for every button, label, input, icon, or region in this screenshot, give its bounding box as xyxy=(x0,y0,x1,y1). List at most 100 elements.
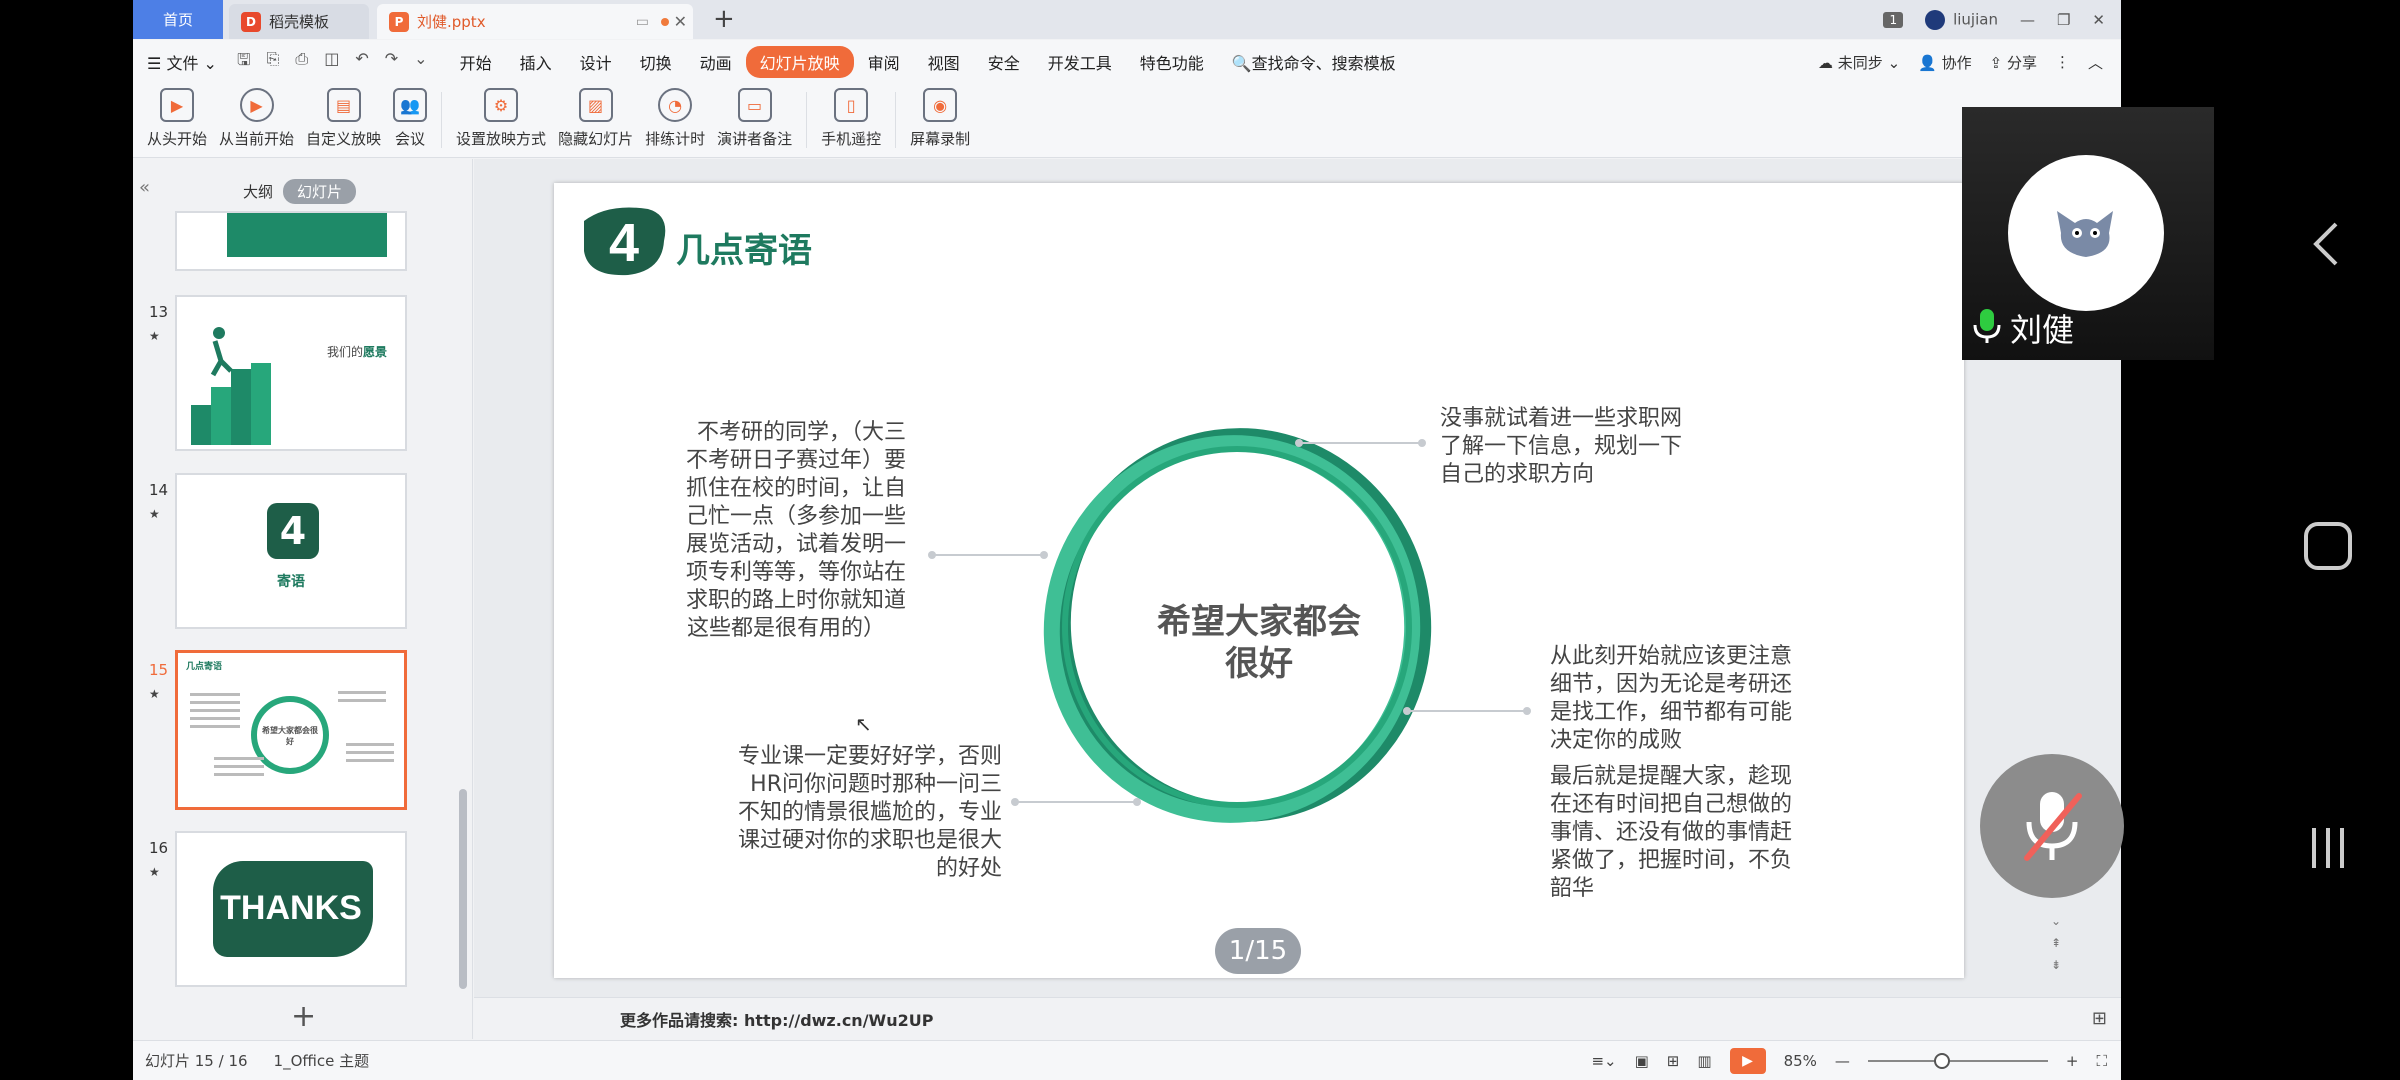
zoom-slider[interactable] xyxy=(1867,1053,2048,1069)
phone-remote-button[interactable]: ▯ 手机遥控 xyxy=(821,84,881,149)
add-slide-icon[interactable]: + xyxy=(291,999,316,1034)
participant-name: 刘健 xyxy=(2010,311,2075,349)
slide-thumb-16[interactable]: THANKS xyxy=(175,831,407,987)
command-search[interactable]: 🔍查找命令、搜索模板 xyxy=(1218,50,1410,74)
screen-record-button[interactable]: ◉ 屏幕录制 xyxy=(910,84,970,149)
menu-slideshow[interactable]: 幻灯片放映 xyxy=(745,46,854,78)
slide-counter: 幻灯片 15 / 16 xyxy=(145,1052,248,1070)
close-tab-icon[interactable]: ✕ xyxy=(674,12,687,31)
menu-transition[interactable]: 切换 xyxy=(626,50,686,74)
animation-star-icon: ★ xyxy=(149,329,160,343)
tab-slides[interactable]: 幻灯片 xyxy=(283,179,357,204)
theme-name[interactable]: 1_Office 主题 xyxy=(274,1050,370,1071)
menu-animation[interactable]: 动画 xyxy=(686,50,746,74)
rehearse-timing-button[interactable]: ◔ 排练计时 xyxy=(645,84,705,149)
collapse-pane-icon[interactable]: « xyxy=(139,177,150,198)
meeting-label: 会议 xyxy=(395,130,426,148)
more-quick-icon[interactable]: ⌄ xyxy=(414,49,427,76)
zoom-in-icon[interactable]: + xyxy=(2066,1052,2079,1070)
play-from-start-button[interactable]: ▶ 从头开始 xyxy=(147,84,207,149)
tab-outline[interactable]: 大纲 xyxy=(243,181,273,202)
text-left: 不考研的同学，（大三 不考研日子赛过年）要 抓住在校的时间，让自 己忙一点（多参… xyxy=(666,419,906,643)
user-name: liujian xyxy=(1953,10,1998,28)
hide-slide-label: 隐藏幻灯片 xyxy=(558,130,634,148)
slide-canvas[interactable]: 4 几点寄语 希望大家都会 很好 不考研的同学，（大三 不考研日子赛过年）要 抓… xyxy=(554,183,1964,978)
menu-security[interactable]: 安全 xyxy=(974,50,1034,74)
slide-thumb-15[interactable]: 几点寄语 希望大家都会很好 xyxy=(175,650,407,810)
recents-icon[interactable] xyxy=(2300,820,2356,876)
slide-scroll-arrows[interactable]: ⌄ ⇞ ⇟ xyxy=(2051,910,2061,976)
zoom-level[interactable]: 85% xyxy=(1784,1052,1817,1070)
meeting-button[interactable]: 👥 会议 xyxy=(393,84,428,149)
center-line: 希望大家都会 xyxy=(1157,602,1361,642)
print-icon[interactable]: ⎙ xyxy=(295,49,308,76)
custom-show-icon: ▤ xyxy=(326,88,361,122)
minimize-icon[interactable]: — xyxy=(2020,11,2035,29)
search-icon: 🔍 xyxy=(1231,54,1252,73)
wps-window: 首页 D 稻壳模板 P 刘健.pptx ▭ ✕ + 1 liujian — ❐ … xyxy=(133,0,2121,1080)
tab-file[interactable]: P 刘健.pptx ▭ ✕ xyxy=(377,4,693,39)
notes-toggle-icon[interactable]: ≡⌄ xyxy=(1591,1052,1616,1070)
play-from-current-label: 从当前开始 xyxy=(219,130,295,148)
menu-devtools[interactable]: 开发工具 xyxy=(1034,50,1126,74)
reading-view-icon[interactable]: ▥ xyxy=(1697,1052,1711,1070)
window-count-badge[interactable]: 1 xyxy=(1883,11,1904,28)
user-menu[interactable]: liujian xyxy=(1925,9,1998,30)
more-icon[interactable]: ⋮ xyxy=(2055,53,2070,71)
rehearse-timing-label: 排练计时 xyxy=(645,130,706,148)
play-from-current-button[interactable]: ▶ 从当前开始 xyxy=(219,84,294,149)
slide-thumb-13[interactable]: 我们的愿景 xyxy=(175,295,407,451)
system-nav-bar xyxy=(2256,0,2400,1080)
play-slideshow-button[interactable]: ▶ xyxy=(1729,1048,1766,1074)
close-icon[interactable]: ✕ xyxy=(2092,11,2105,29)
notes-pane[interactable]: 更多作品请搜索: http://dwz.cn/Wu2UP ⊞ xyxy=(474,997,2121,1039)
float-window-icon[interactable]: ▭ xyxy=(636,14,649,30)
menu-review[interactable]: 审阅 xyxy=(854,50,914,74)
custom-show-button[interactable]: ▤ 自定义放映 xyxy=(306,84,381,149)
share-button[interactable]: ⇪ 分享 xyxy=(1990,52,2037,73)
text-line: 事情、还没有做的事情赶 xyxy=(1550,820,1793,845)
menu-design[interactable]: 设计 xyxy=(566,50,626,74)
fit-window-icon[interactable]: ⛶ xyxy=(2096,1052,2107,1070)
menu-insert[interactable]: 插入 xyxy=(506,50,566,74)
title-bar: 首页 D 稻壳模板 P 刘健.pptx ▭ ✕ + 1 liujian — ❐ … xyxy=(133,0,2121,39)
text-line: 自己的求职方向 xyxy=(1440,462,1595,487)
restore-icon[interactable]: ❐ xyxy=(2057,11,2070,29)
slide-thumb-12[interactable] xyxy=(175,211,407,271)
file-menu[interactable]: ☰ 文件 ⌄ xyxy=(133,50,231,74)
sync-status[interactable]: ☁ 未同步 ⌄ xyxy=(1818,52,1900,73)
text-bottom-right: 最后就是提醒大家，趁现 在还有时间把自己想做的 事情、还没有做的事情赶 紧做了，… xyxy=(1550,763,1820,903)
mouse-cursor-icon: ↖ xyxy=(855,712,872,736)
speaker-notes-button[interactable]: ▭ 演讲者备注 xyxy=(717,84,792,149)
mute-button[interactable] xyxy=(1980,754,2124,898)
sorter-view-icon[interactable]: ⊞ xyxy=(1667,1052,1680,1070)
zoom-out-icon[interactable]: — xyxy=(1835,1052,1850,1070)
collab-button[interactable]: 👤 协作 xyxy=(1918,52,1971,73)
undo-icon[interactable]: ↶ xyxy=(355,49,368,76)
grid-view-icon[interactable]: ⊞ xyxy=(2092,1008,2107,1029)
menu-view[interactable]: 视图 xyxy=(914,50,974,74)
save-icon[interactable]: 🖫 xyxy=(237,49,251,76)
thumbnail-scrollbar[interactable] xyxy=(459,789,467,989)
zoom-knob[interactable] xyxy=(1933,1053,1950,1069)
mic-active-icon xyxy=(1973,309,2001,343)
setup-show-button[interactable]: ⚙ 设置放映方式 xyxy=(456,84,546,149)
collapse-ribbon-icon[interactable]: ︿ xyxy=(2088,52,2103,73)
export-icon[interactable]: ⎘ xyxy=(267,49,280,76)
text-line: 己忙一点（多参加一些 xyxy=(685,504,906,529)
tab-home[interactable]: 首页 xyxy=(133,0,223,39)
slide-thumb-14[interactable]: 4 寄语 xyxy=(175,473,407,629)
normal-view-icon[interactable]: ▣ xyxy=(1635,1052,1649,1070)
new-tab-icon[interactable]: + xyxy=(713,4,735,34)
menu-features[interactable]: 特色功能 xyxy=(1126,50,1218,74)
home-icon[interactable] xyxy=(2300,518,2356,574)
back-icon[interactable] xyxy=(2300,216,2356,272)
animation-star-icon: ★ xyxy=(149,687,160,701)
tab-docer[interactable]: D 稻壳模板 xyxy=(229,4,369,39)
hide-slide-button[interactable]: ▨ 隐藏幻灯片 xyxy=(558,84,633,149)
menu-start[interactable]: 开始 xyxy=(446,50,506,74)
video-tile[interactable]: 刘健 xyxy=(1962,107,2214,360)
preview-icon[interactable]: ◫ xyxy=(324,49,339,76)
redo-icon[interactable]: ↷ xyxy=(385,49,398,76)
title-right: 1 liujian — ❐ ✕ xyxy=(1883,0,2121,39)
